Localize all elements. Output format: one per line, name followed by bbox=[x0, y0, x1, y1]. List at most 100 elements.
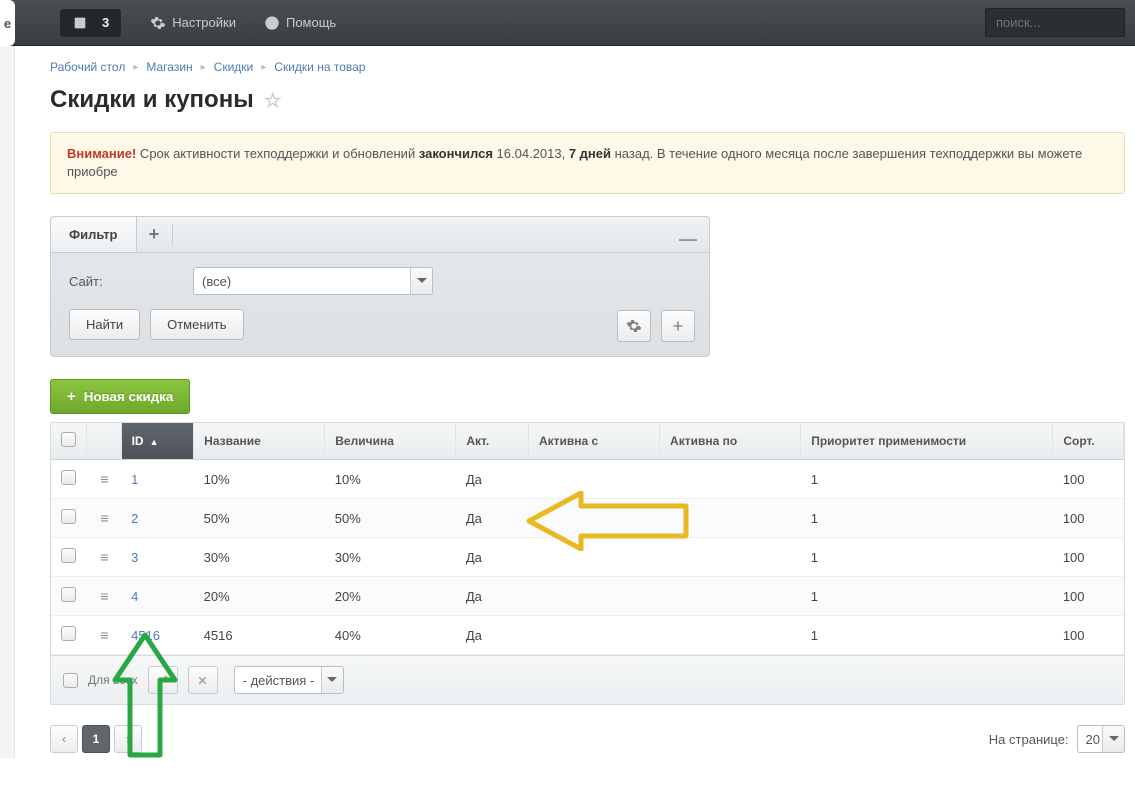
row-sort: 100 bbox=[1053, 460, 1124, 499]
row-id-link[interactable]: 3 bbox=[131, 550, 138, 565]
col-header-name[interactable]: Название bbox=[194, 423, 325, 460]
row-to bbox=[660, 577, 801, 616]
row-id-link[interactable]: 1 bbox=[131, 472, 138, 487]
row-active: Да bbox=[456, 499, 529, 538]
left-sidebar bbox=[0, 46, 15, 758]
breadcrumb-sep: ▸ bbox=[261, 62, 266, 73]
notification-count: 3 bbox=[102, 15, 109, 30]
warning-bold: закончился bbox=[419, 146, 493, 161]
plus-icon bbox=[670, 318, 686, 334]
row-active: Да bbox=[456, 616, 529, 655]
col-header-to[interactable]: Активна по bbox=[660, 423, 801, 460]
col-header-sort[interactable]: Сорт. bbox=[1053, 423, 1124, 460]
row-active: Да bbox=[456, 460, 529, 499]
perpage-value: 20 bbox=[1077, 725, 1125, 753]
row-menu-icon[interactable]: ≡ bbox=[100, 549, 107, 565]
table-row: ≡420%20%Да1100 bbox=[51, 577, 1124, 616]
breadcrumb-item[interactable]: Скидки bbox=[214, 60, 254, 74]
pager-next-button[interactable]: › bbox=[114, 725, 142, 753]
row-id-link[interactable]: 2 bbox=[131, 511, 138, 526]
table-row: ≡110%10%Да1100 bbox=[51, 460, 1124, 499]
row-menu-icon[interactable]: ≡ bbox=[100, 627, 107, 643]
filter-collapse-icon[interactable]: — bbox=[679, 229, 697, 250]
breadcrumb-item[interactable]: Рабочий стол bbox=[50, 60, 125, 74]
row-name: 20% bbox=[194, 577, 325, 616]
data-grid: ID▲ Название Величина Акт. Активна с Акт… bbox=[50, 422, 1125, 705]
row-id-link[interactable]: 4 bbox=[131, 589, 138, 604]
filter-add-button[interactable] bbox=[661, 310, 695, 342]
footer-checkbox[interactable] bbox=[63, 673, 78, 688]
row-from bbox=[528, 577, 659, 616]
close-icon bbox=[196, 674, 209, 687]
col-header-value[interactable]: Величина bbox=[325, 423, 456, 460]
row-value: 50% bbox=[325, 499, 456, 538]
row-priority: 1 bbox=[801, 577, 1053, 616]
footer-delete-button[interactable] bbox=[188, 666, 218, 694]
row-sort: 100 bbox=[1053, 577, 1124, 616]
row-priority: 1 bbox=[801, 538, 1053, 577]
row-from bbox=[528, 538, 659, 577]
row-name: 50% bbox=[194, 499, 325, 538]
breadcrumb-sep: ▸ bbox=[201, 62, 206, 73]
col-header-active[interactable]: Акт. bbox=[456, 423, 529, 460]
filter-cancel-button[interactable]: Отменить bbox=[150, 309, 243, 340]
row-menu-icon[interactable]: ≡ bbox=[100, 588, 107, 604]
warning-banner: Внимание! Срок активности техподдержки и… bbox=[50, 132, 1125, 194]
filter-site-select[interactable]: (все) bbox=[193, 267, 433, 295]
row-checkbox[interactable] bbox=[61, 470, 76, 485]
row-checkbox[interactable] bbox=[61, 509, 76, 524]
perpage-select[interactable]: 20 bbox=[1077, 725, 1125, 753]
row-from bbox=[528, 616, 659, 655]
filter-find-button[interactable]: Найти bbox=[69, 309, 140, 340]
pager-prev-button[interactable]: ‹ bbox=[50, 725, 78, 753]
row-priority: 1 bbox=[801, 460, 1053, 499]
col-header-from[interactable]: Активна с bbox=[528, 423, 659, 460]
row-checkbox[interactable] bbox=[61, 548, 76, 563]
col-header-id[interactable]: ID▲ bbox=[121, 423, 194, 460]
notifications-button[interactable]: 3 bbox=[60, 9, 121, 37]
row-priority: 1 bbox=[801, 499, 1053, 538]
footer-actions-select[interactable]: - действия - bbox=[234, 666, 344, 694]
row-value: 40% bbox=[325, 616, 456, 655]
warning-bold: 7 дней bbox=[569, 146, 611, 161]
gear-icon bbox=[626, 318, 642, 334]
footer-forall-label: Для всех bbox=[88, 673, 138, 687]
notification-icon bbox=[72, 15, 88, 31]
sort-asc-icon: ▲ bbox=[150, 437, 159, 447]
help-label: Помощь bbox=[286, 15, 336, 30]
row-id-link[interactable]: 4516 bbox=[131, 628, 160, 643]
settings-button[interactable]: Настройки bbox=[139, 9, 247, 37]
filter-site-value: (все) bbox=[193, 267, 433, 295]
row-name: 30% bbox=[194, 538, 325, 577]
row-checkbox[interactable] bbox=[61, 587, 76, 602]
row-checkbox[interactable] bbox=[61, 626, 76, 641]
filter-settings-button[interactable] bbox=[617, 310, 651, 342]
checkbox[interactable] bbox=[61, 432, 76, 447]
favorite-star-icon[interactable]: ☆ bbox=[264, 88, 282, 113]
warning-text: Срок активности техподдержки и обновлени… bbox=[136, 146, 419, 161]
footer-edit-button[interactable] bbox=[148, 666, 178, 694]
breadcrumb-item[interactable]: Скидки на товар bbox=[274, 60, 365, 74]
breadcrumb-item[interactable]: Магазин bbox=[146, 60, 192, 74]
pager-page-current[interactable]: 1 bbox=[82, 725, 110, 753]
col-header-priority[interactable]: Приоритет применимости bbox=[801, 423, 1053, 460]
filter-add-tab[interactable]: + bbox=[137, 224, 173, 245]
page-title-text: Скидки и купоны bbox=[50, 86, 254, 114]
gear-icon bbox=[150, 15, 166, 31]
row-value: 30% bbox=[325, 538, 456, 577]
help-button[interactable]: Помощь bbox=[253, 9, 347, 37]
search-wrap bbox=[985, 8, 1125, 37]
table-row: ≡250%50%Да1100 bbox=[51, 499, 1124, 538]
row-menu-icon[interactable]: ≡ bbox=[100, 471, 107, 487]
filter-tab[interactable]: Фильтр bbox=[51, 217, 137, 252]
topbar: e 3 Настройки Помощь bbox=[0, 0, 1135, 46]
new-discount-button[interactable]: + Новая скидка bbox=[50, 379, 190, 414]
plus-icon: + bbox=[67, 388, 76, 405]
row-active: Да bbox=[456, 538, 529, 577]
row-value: 20% bbox=[325, 577, 456, 616]
row-menu-icon[interactable]: ≡ bbox=[100, 510, 107, 526]
table-row: ≡4516451640%Да1100 bbox=[51, 616, 1124, 655]
col-header-checkbox[interactable] bbox=[51, 423, 87, 460]
search-input[interactable] bbox=[985, 8, 1125, 37]
filter-panel: Фильтр + — Сайт: (все) Найти Отменить bbox=[50, 216, 710, 357]
